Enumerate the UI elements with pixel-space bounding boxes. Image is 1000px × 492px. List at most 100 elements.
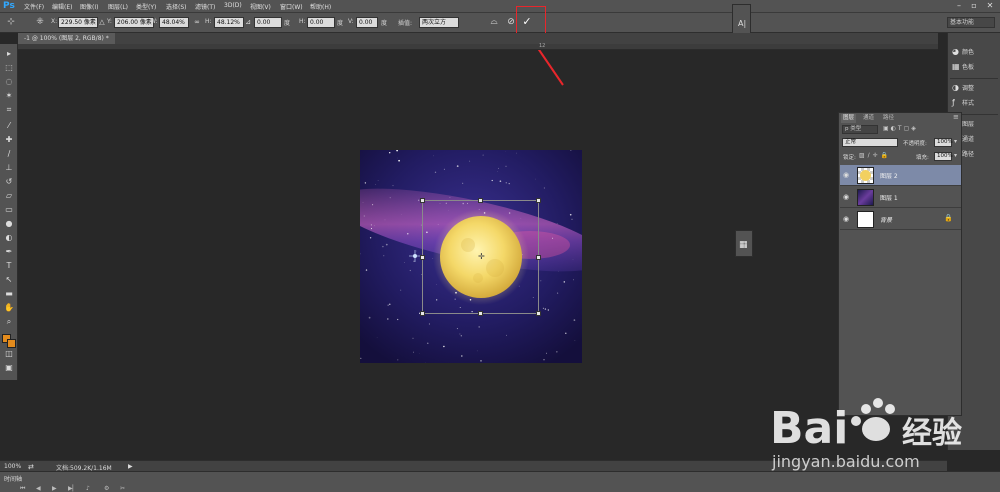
layer-name[interactable]: 图层 2: [880, 171, 898, 180]
menu-select[interactable]: 选择(S): [166, 2, 187, 11]
menu-3d[interactable]: 3D(D): [224, 2, 242, 9]
background-color-swatch[interactable]: [7, 339, 16, 348]
lasso-tool-icon[interactable]: ◌: [3, 76, 15, 87]
opacity-dropdown-icon[interactable]: ▾: [954, 138, 957, 145]
blur-tool-icon[interactable]: ●: [3, 218, 15, 229]
first-frame-icon[interactable]: ⏮: [20, 485, 25, 492]
histogram-icon[interactable]: ▦: [739, 240, 748, 250]
eyedropper-icon[interactable]: ⁄: [3, 120, 15, 131]
menu-layer[interactable]: 图层(L): [108, 2, 128, 11]
type-tool-icon[interactable]: T: [3, 260, 15, 271]
filter-icons[interactable]: ▣◐T▢◈: [883, 125, 918, 132]
quick-mask-icon[interactable]: ◫: [3, 348, 15, 359]
menu-file[interactable]: 文件(F): [24, 2, 44, 11]
blend-mode-select[interactable]: 正常: [842, 138, 898, 147]
visibility-eye-icon[interactable]: ◉: [843, 171, 851, 179]
tab-channels[interactable]: 通道: [861, 114, 876, 123]
tab-paths[interactable]: 路径: [881, 114, 896, 123]
brush-tool-icon[interactable]: ∕: [3, 148, 15, 159]
timeline-label[interactable]: 时间轴: [4, 474, 22, 483]
dock-swatches[interactable]: ▦ 色板: [952, 60, 1000, 74]
dodge-tool-icon[interactable]: ◐: [3, 232, 15, 243]
handle-bottom-right[interactable]: [536, 311, 541, 316]
dock-adjustments[interactable]: ◑ 调整: [952, 81, 1000, 95]
hskew-field[interactable]: 0.00: [307, 17, 335, 28]
panel-menu-icon[interactable]: ≡: [953, 113, 959, 121]
opacity-field[interactable]: 100%: [934, 138, 953, 147]
width-field[interactable]: 48.04%: [159, 17, 189, 28]
marquee-tool-icon[interactable]: ⬚: [3, 62, 15, 73]
dock-color[interactable]: ◕ 颜色: [952, 45, 1000, 59]
zoom-tool-icon[interactable]: ⌕: [3, 316, 15, 327]
menu-type[interactable]: 类型(Y): [136, 2, 156, 11]
menu-edit[interactable]: 编辑(E): [52, 2, 72, 11]
maximize-icon[interactable]: ▫: [967, 1, 981, 11]
handle-bottom-left[interactable]: [420, 311, 425, 316]
warp-icon[interactable]: ⌓: [488, 16, 500, 28]
split-icon[interactable]: ✂: [120, 485, 125, 492]
star: [428, 323, 430, 325]
next-frame-icon[interactable]: ▶▏: [68, 485, 77, 492]
layer-name[interactable]: 背景: [880, 215, 892, 224]
healing-brush-icon[interactable]: ✚: [3, 134, 15, 145]
screen-mode-icon[interactable]: ▣: [3, 362, 15, 373]
settings-icon[interactable]: ⚙: [104, 485, 109, 492]
menu-window[interactable]: 窗口(W): [280, 2, 303, 11]
minimize-icon[interactable]: –: [952, 1, 966, 11]
play-icon[interactable]: ▶: [52, 485, 57, 492]
status-share-icon[interactable]: ⇄: [28, 463, 34, 471]
zoom-level[interactable]: 100%: [4, 463, 21, 470]
height-field[interactable]: 48.12%: [214, 17, 244, 28]
tab-layers[interactable]: 图层: [841, 114, 857, 123]
menu-view[interactable]: 视图(V): [250, 2, 271, 11]
status-menu-arrow-icon[interactable]: ▶: [128, 463, 133, 470]
link-icon[interactable]: ∞: [191, 16, 203, 28]
menu-help[interactable]: 帮助(H): [310, 2, 331, 11]
audio-icon[interactable]: ♪: [86, 485, 90, 492]
stamp-tool-icon[interactable]: ⊥: [3, 162, 15, 173]
handle-bottom[interactable]: [478, 311, 483, 316]
menu-filter[interactable]: 滤镜(T): [195, 2, 215, 11]
move-tool-icon[interactable]: ▸: [3, 48, 15, 59]
handle-right[interactable]: [536, 255, 541, 260]
handle-top-right[interactable]: [536, 198, 541, 203]
x-field[interactable]: 229.50 像素: [58, 17, 98, 28]
layer-row-1[interactable]: ◉ 图层 1: [840, 187, 961, 208]
eraser-tool-icon[interactable]: ▱: [3, 190, 15, 201]
gradient-tool-icon[interactable]: ▭: [3, 204, 15, 215]
character-icon[interactable]: A|: [738, 19, 746, 28]
pen-tool-icon[interactable]: ✒: [3, 246, 15, 257]
workspace-select[interactable]: 基本功能: [947, 17, 995, 28]
layer-row-2[interactable]: ◉ 图层 2: [840, 165, 961, 186]
angle-field[interactable]: 0.00: [254, 17, 282, 28]
path-select-icon[interactable]: ↖: [3, 274, 15, 285]
handle-top-left[interactable]: [420, 198, 425, 203]
transform-bounding-box[interactable]: ✛: [420, 198, 541, 316]
pivot-point-icon[interactable]: ✛: [478, 252, 485, 261]
fill-dropdown-icon[interactable]: ▾: [954, 152, 957, 159]
hand-tool-icon[interactable]: ✋: [3, 302, 15, 313]
shape-tool-icon[interactable]: ▬: [3, 288, 15, 299]
menu-image[interactable]: 图像(I): [80, 2, 98, 11]
fill-field[interactable]: 100%: [934, 152, 953, 161]
visibility-eye-icon[interactable]: ◉: [843, 215, 851, 223]
document-tab[interactable]: -1 @ 100% (图层 2, RGB/8) *: [18, 33, 115, 44]
magic-wand-icon[interactable]: ✶: [3, 90, 15, 101]
reference-point-icon[interactable]: ⁜: [34, 16, 46, 28]
dock-styles[interactable]: ƒ 样式: [952, 96, 1000, 110]
vskew-field[interactable]: 0.00: [356, 17, 378, 28]
prev-frame-icon[interactable]: ◀: [36, 485, 41, 492]
y-field[interactable]: 206.00 像素: [114, 17, 154, 28]
history-brush-icon[interactable]: ↺: [3, 176, 15, 187]
crop-tool-icon[interactable]: ⌗: [3, 104, 15, 115]
close-icon[interactable]: ✕: [983, 1, 997, 11]
handle-top[interactable]: [478, 198, 483, 203]
layer-row-background[interactable]: ◉ 背景 🔒: [840, 209, 961, 230]
interpolation-select[interactable]: 两次立方: [419, 17, 459, 28]
layer-name[interactable]: 图层 1: [880, 193, 898, 202]
visibility-eye-icon[interactable]: ◉: [843, 193, 851, 201]
transform-tool-icon[interactable]: ⊹: [5, 16, 17, 28]
lock-icons[interactable]: ▨∕✛🔒: [859, 152, 891, 159]
handle-left[interactable]: [420, 255, 425, 260]
layer-filter-select[interactable]: p 类型: [842, 125, 878, 134]
